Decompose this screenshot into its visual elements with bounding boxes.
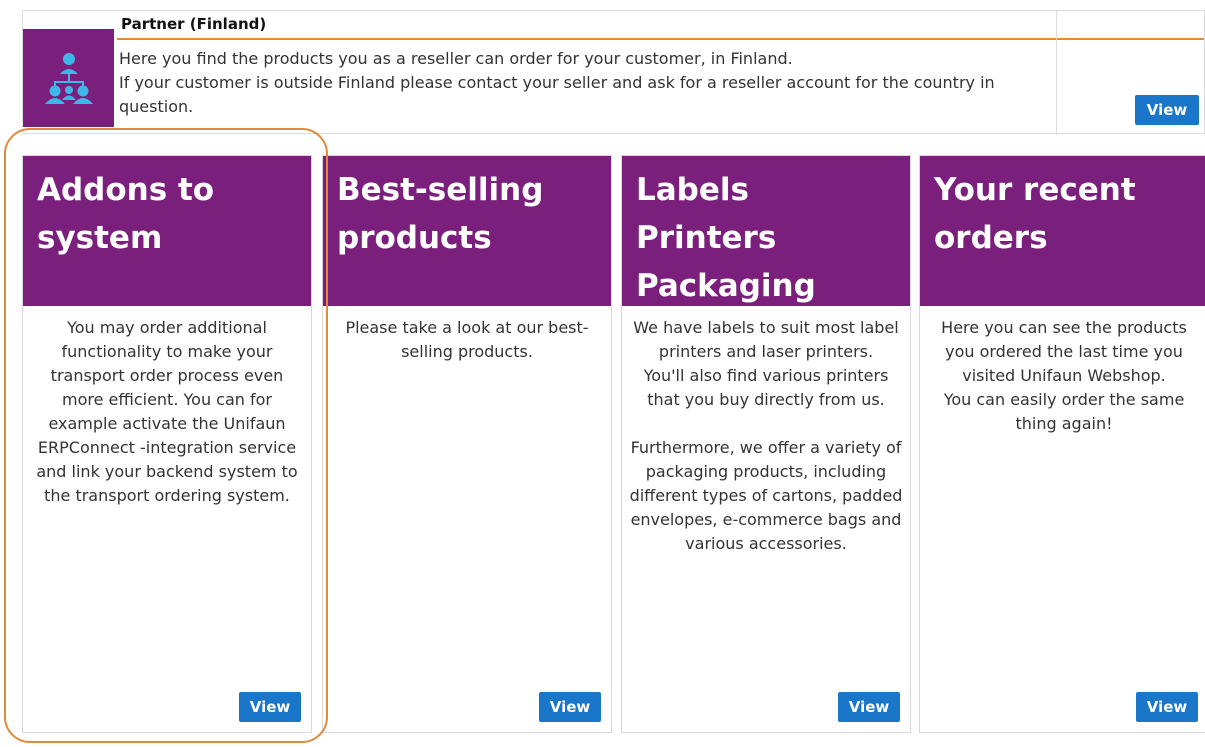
partner-desc-line2: If your customer is outside Finland plea…	[119, 73, 995, 116]
card-labels-printers-packaging: Labels Printers Packaging We have labels…	[621, 155, 911, 733]
partner-description: Here you find the products you as a rese…	[119, 47, 1054, 119]
card-title: Best-selling products	[323, 156, 611, 306]
card-title: Your recent orders	[920, 156, 1205, 306]
best-selling-view-button[interactable]: View	[539, 692, 601, 722]
partner-accent-line	[117, 38, 1204, 40]
card-your-recent-orders: Your recent orders Here you can see the …	[919, 155, 1205, 733]
partner-banner: Partner (Finland) Here you find the prod…	[22, 10, 1205, 135]
partner-title: Partner (Finland)	[121, 15, 267, 33]
card-title: Addons to system	[23, 156, 311, 306]
card-description: We have labels to suit most label printe…	[629, 318, 903, 553]
addons-view-button[interactable]: View	[239, 692, 301, 722]
partner-desc-line1: Here you find the products you as a rese…	[119, 49, 793, 68]
card-best-selling-products: Best-selling products Please take a look…	[322, 155, 612, 733]
users-network-icon	[23, 29, 114, 127]
card-description: Here you can see the products you ordere…	[941, 318, 1187, 433]
recent-orders-view-button[interactable]: View	[1136, 692, 1198, 722]
card-description: You may order additional functionality t…	[36, 318, 298, 505]
partner-divider	[1056, 11, 1057, 135]
partner-view-button[interactable]: View	[1135, 95, 1199, 125]
labels-view-button[interactable]: View	[838, 692, 900, 722]
card-description: Please take a look at our best-selling p…	[345, 318, 589, 361]
card-title: Labels Printers Packaging	[622, 156, 910, 306]
card-addons-to-system: Addons to system You may order additiona…	[22, 155, 312, 733]
